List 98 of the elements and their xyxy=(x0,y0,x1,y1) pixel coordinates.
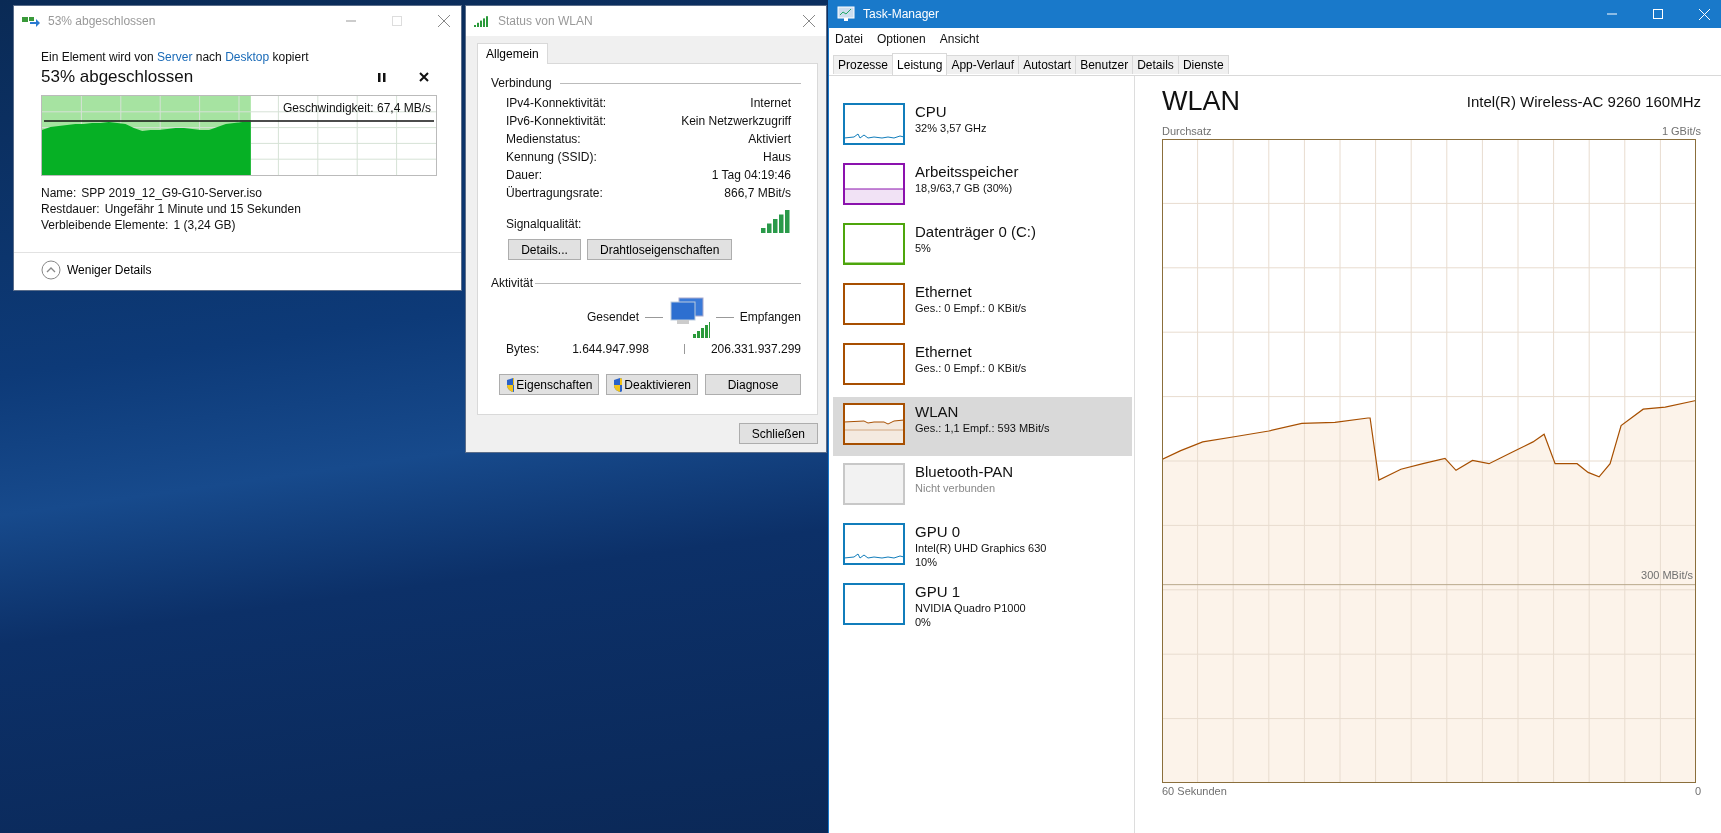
detail-value: Ungefähr 1 Minute und 15 Sekunden xyxy=(104,202,301,217)
performance-list-item[interactable]: Ethernet Ges.: 0 Empf.: 0 KBit/s xyxy=(833,337,1132,396)
tab[interactable]: Dienste xyxy=(1177,55,1229,74)
item-stat: 0% xyxy=(915,615,932,629)
axis-zero-label: 0 xyxy=(1694,785,1701,797)
property-value: 866,7 MBit/s xyxy=(724,185,791,202)
property-value: Haus xyxy=(763,149,791,166)
menu-item[interactable]: Optionen xyxy=(877,32,926,46)
dialog-button[interactable]: Diagnose xyxy=(705,374,801,395)
performance-list-item[interactable]: Bluetooth-PAN Nicht verbunden xyxy=(833,457,1132,516)
item-stat: 5% xyxy=(915,241,932,255)
bytes-sent-value: 1.644.947.998 xyxy=(572,342,650,356)
tab[interactable]: Prozesse xyxy=(833,55,894,74)
group-heading: Verbindung xyxy=(491,76,552,90)
close-icon[interactable] xyxy=(419,72,429,82)
property-value: 1 Tag 04:19:46 xyxy=(711,167,791,184)
property-label: Übertragungsrate: xyxy=(506,185,603,202)
item-name: Datenträger 0 (C:) xyxy=(915,223,1036,241)
monitor-icon xyxy=(837,6,855,22)
shield-icon xyxy=(506,376,515,393)
less-details-button[interactable]: Weniger Details xyxy=(41,260,152,280)
detail-value: 1 (3,24 GB) xyxy=(173,218,236,233)
pause-icon[interactable] xyxy=(377,71,387,83)
item-stat: 10% xyxy=(915,555,939,569)
performance-list-item[interactable]: Datenträger 0 (C:) 5% xyxy=(833,217,1132,276)
performance-list-item[interactable]: GPU 0 Intel(R) UHD Graphics 630 10% xyxy=(833,517,1132,576)
item-stat: Ges.: 1,1 Empf.: 593 MBit/s xyxy=(915,421,1050,435)
axis-mid-label: 300 MBit/s xyxy=(1641,568,1693,581)
window-title: 53% abgeschlossen xyxy=(48,14,156,28)
tab[interactable]: Benutzer xyxy=(1075,55,1134,74)
close-button[interactable]: Schließen xyxy=(738,423,818,444)
item-name: CPU xyxy=(915,103,948,121)
copy-message: Ein Element wird von Server nach Desktop kopiert xyxy=(41,50,310,64)
dialog-button[interactable]: Eigenschaften xyxy=(499,374,600,395)
tab[interactable]: Autostart xyxy=(1018,55,1077,74)
adapter-name: Intel(R) Wireless-AC 9260 160MHz xyxy=(1466,93,1701,110)
item-name: GPU 0 xyxy=(915,523,961,541)
property-label: Medienstatus: xyxy=(506,131,581,148)
group-heading: Aktivität xyxy=(491,276,533,290)
performance-list-item[interactable]: WLAN Ges.: 1,1 Empf.: 593 MBit/s xyxy=(833,397,1132,456)
chevron-up-icon xyxy=(41,260,61,280)
property-label: Signalqualität: xyxy=(506,216,582,233)
speed-label: Geschwindigkeit: 67,4 MB/s xyxy=(282,101,431,115)
signal-bars-icon xyxy=(474,15,490,27)
detail-label: Restdauer: xyxy=(41,202,100,217)
performance-list-item[interactable]: Arbeitsspeicher 18,9/63,7 GB (30%) xyxy=(833,157,1132,216)
property-label: IPv6-Konnektivität: xyxy=(506,113,607,130)
detail-label: Name: xyxy=(41,186,77,201)
item-name: Arbeitsspeicher xyxy=(915,163,1019,181)
detail-value: SPP 2019_12_G9-G10-Server.iso xyxy=(81,186,262,201)
menu-item[interactable]: Ansicht xyxy=(939,32,980,46)
tab[interactable]: Details xyxy=(1132,55,1179,74)
menu-item[interactable]: Datei xyxy=(835,32,863,46)
item-stat: Intel(R) UHD Graphics 630 xyxy=(915,541,1047,555)
performance-list-item[interactable]: GPU 1 NVIDIA Quadro P1000 0% xyxy=(833,577,1132,636)
property-label: Kennung (SSID): xyxy=(506,149,597,166)
property-value: Aktiviert xyxy=(748,131,791,148)
item-stat: Ges.: 0 Empf.: 0 KBit/s xyxy=(915,301,1027,315)
item-stat: Ges.: 0 Empf.: 0 KBit/s xyxy=(915,361,1027,375)
window-title: Status von WLAN xyxy=(498,14,593,28)
sent-label: Gesendet xyxy=(587,310,640,324)
property-value: Internet xyxy=(750,95,791,112)
item-stat: Nicht verbunden xyxy=(915,481,997,495)
progress-heading: 53% abgeschlossen xyxy=(41,67,194,87)
dialog-button[interactable]: Deaktivieren xyxy=(606,374,698,395)
received-label: Empfangen xyxy=(739,310,801,324)
item-stat: 18,9/63,7 GB (30%) xyxy=(915,181,1014,195)
network-computers-icon xyxy=(668,296,710,338)
location-link[interactable]: Server xyxy=(157,50,193,64)
item-name: Ethernet xyxy=(915,283,973,301)
tab[interactable]: Allgemein xyxy=(477,43,548,64)
resource-title: WLAN xyxy=(1162,86,1240,117)
tab[interactable]: Leistung xyxy=(892,53,948,75)
property-label: Dauer: xyxy=(506,167,543,184)
shield-icon xyxy=(613,376,623,393)
copy-transfer-icon xyxy=(22,15,40,27)
tab[interactable]: App-Verlauf xyxy=(946,55,1020,74)
axis-max-label: 1 GBit/s xyxy=(1661,125,1701,137)
signal-quality-icon xyxy=(761,209,791,233)
detail-label: Verbleibende Elemente: xyxy=(41,218,169,233)
graph-caption: Durchsatz xyxy=(1162,125,1212,137)
time-span-label: 60 Sekunden xyxy=(1162,785,1227,797)
dialog-button[interactable]: Drahtloseigenschaften xyxy=(587,239,733,260)
performance-list-item[interactable]: CPU 32% 3,57 GHz xyxy=(833,97,1132,156)
item-name: Bluetooth-PAN xyxy=(915,463,1014,481)
dialog-button[interactable]: Details... xyxy=(508,239,581,260)
item-name: GPU 1 xyxy=(915,583,961,601)
bytes-label: Bytes: xyxy=(506,342,541,356)
performance-list-item[interactable]: Ethernet Ges.: 0 Empf.: 0 KBit/s xyxy=(833,277,1132,336)
item-name: Ethernet xyxy=(915,343,973,361)
item-stat: NVIDIA Quadro P1000 xyxy=(915,601,1026,615)
property-label: IPv4-Konnektivität: xyxy=(506,95,607,112)
window-title: Task-Manager xyxy=(863,7,940,21)
location-link[interactable]: Desktop xyxy=(225,50,270,64)
bytes-received-value: 206.331.937.299 xyxy=(710,342,801,356)
item-stat: 32% 3,57 GHz xyxy=(915,121,987,135)
item-name: WLAN xyxy=(915,403,960,421)
property-value: Kein Netzwerkzugriff xyxy=(681,113,791,130)
